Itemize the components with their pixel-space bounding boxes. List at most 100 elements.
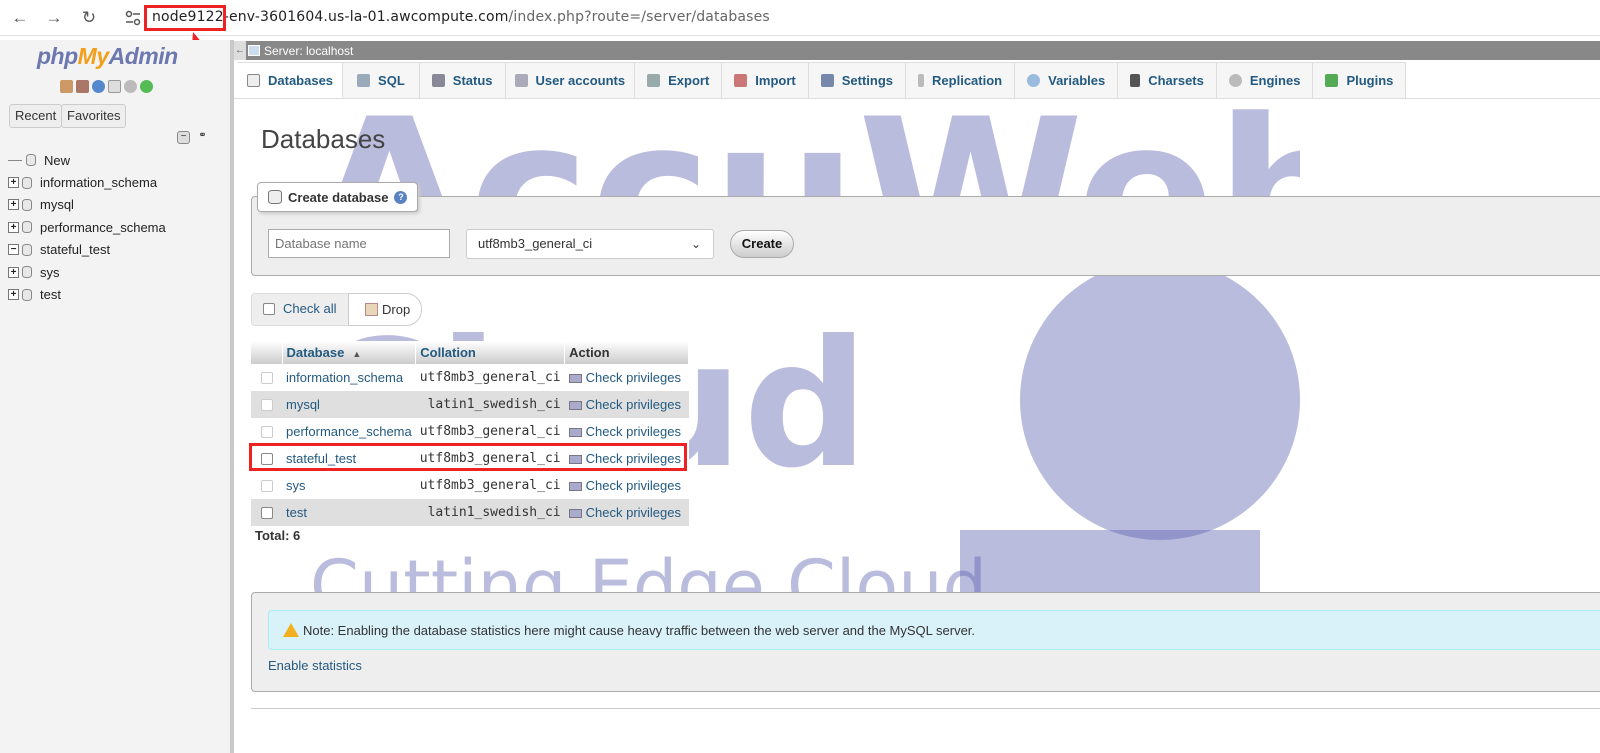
tab-sql[interactable]: SQL xyxy=(343,62,420,98)
table-row: performance_schema utf8mb3_general_ci Ch… xyxy=(251,418,689,445)
help-icon[interactable] xyxy=(92,80,105,93)
tab-plugins[interactable]: Plugins xyxy=(1313,62,1407,98)
tab-engines[interactable]: Engines xyxy=(1216,62,1314,98)
link-icon[interactable]: ⚭ xyxy=(196,131,209,144)
phpmyadmin-logo[interactable]: phpMyAdmin xyxy=(37,43,178,70)
help-icon[interactable]: ? xyxy=(394,190,408,204)
tab-label: Variables xyxy=(1048,73,1106,88)
tab-databases[interactable]: Databases xyxy=(238,62,344,98)
database-icon xyxy=(22,176,32,189)
tab-replication[interactable]: Replication xyxy=(906,62,1016,98)
docs-icon[interactable] xyxy=(108,80,121,93)
tab-label: User accounts xyxy=(535,73,626,88)
back-icon[interactable]: ← xyxy=(9,7,31,29)
tab-user-accounts[interactable]: User accounts xyxy=(505,62,636,98)
tree-item-test[interactable]: + test xyxy=(8,283,166,305)
expand-icon[interactable]: + xyxy=(8,289,19,301)
server-label[interactable]: Server: localhost xyxy=(264,44,353,58)
logout-icon[interactable] xyxy=(76,80,89,93)
collapse-all-icon[interactable]: − xyxy=(177,131,190,144)
check-all-checkbox[interactable] xyxy=(263,303,275,315)
privileges-icon xyxy=(568,509,582,518)
database-name-link[interactable]: sys xyxy=(282,472,416,499)
tree-item-label: performance_schema xyxy=(40,219,166,235)
check-privileges-link[interactable]: Check privileges xyxy=(564,499,689,526)
reload-nav-icon[interactable] xyxy=(140,80,153,93)
tab-label: Plugins xyxy=(1346,73,1394,88)
tree-item-sys[interactable]: + sys xyxy=(8,261,166,283)
row-checkbox[interactable] xyxy=(261,479,273,492)
tab-label: Import xyxy=(755,73,796,88)
tab-variables[interactable]: Variables xyxy=(1015,62,1119,98)
database-name-link[interactable]: information_schema xyxy=(282,364,416,391)
home-icon[interactable] xyxy=(60,80,73,93)
row-checkbox-cell xyxy=(251,391,282,418)
expand-icon[interactable]: + xyxy=(8,221,19,233)
tab-status[interactable]: Status xyxy=(419,62,506,98)
collation-select[interactable]: utf8mb3_general_ci ⌄ xyxy=(466,229,714,259)
tree-item-information-schema[interactable]: + information_schema xyxy=(8,171,166,193)
tree-item-label: mysql xyxy=(40,197,74,213)
tab-settings[interactable]: Settings xyxy=(808,62,907,98)
tab-import[interactable]: Import xyxy=(722,62,809,98)
check-privileges-label: Check privileges xyxy=(585,505,681,520)
database-icon xyxy=(22,198,32,211)
tab-label: Status xyxy=(452,73,493,88)
expand-icon[interactable]: + xyxy=(8,266,19,278)
tabs-underline xyxy=(234,98,1600,99)
database-name-link[interactable]: performance_schema xyxy=(282,418,416,445)
engines-icon xyxy=(1228,74,1242,87)
tree-line-icon xyxy=(8,159,22,161)
create-database-icon xyxy=(268,190,282,204)
enable-statistics-link[interactable]: Enable statistics xyxy=(268,658,362,673)
tab-label: Charsets xyxy=(1148,73,1204,88)
header-collation[interactable]: Collation xyxy=(415,341,566,364)
database-name-link[interactable]: test xyxy=(282,499,416,526)
tree-item-performance-schema[interactable]: + performance_schema xyxy=(8,216,166,238)
header-action: Action xyxy=(564,341,690,364)
header-database[interactable]: Database ▲ xyxy=(282,341,417,364)
database-name-link[interactable]: mysql xyxy=(282,391,416,418)
row-checkbox[interactable] xyxy=(261,371,273,384)
tab-export[interactable]: Export xyxy=(635,62,723,98)
tree-controls: − ⚭ xyxy=(177,131,209,144)
forward-icon[interactable]: → xyxy=(43,7,65,29)
collation-cell: latin1_swedish_ci xyxy=(415,391,565,418)
row-checkbox[interactable] xyxy=(261,425,273,438)
tree-item-mysql[interactable]: + mysql xyxy=(8,194,166,216)
sql-icon xyxy=(357,74,371,87)
address-bar[interactable]: node9122-env-3601604.us-la-01.awcompute.… xyxy=(152,9,770,25)
collapse-icon[interactable]: − xyxy=(8,244,19,256)
collapse-sidebar-icon[interactable]: ← xyxy=(234,41,246,60)
check-privileges-link[interactable]: Check privileges xyxy=(564,391,689,418)
drop-button[interactable]: Drop xyxy=(348,293,422,326)
tree-item-stateful-test[interactable]: − stateful_test xyxy=(8,239,166,261)
database-name-input[interactable] xyxy=(268,229,450,258)
site-settings-icon[interactable] xyxy=(124,9,142,27)
check-privileges-label: Check privileges xyxy=(585,370,681,385)
tree-item-new[interactable]: New xyxy=(8,149,166,171)
tree-item-label: sys xyxy=(40,264,60,280)
row-checkbox[interactable] xyxy=(261,398,273,411)
header-checkbox-col xyxy=(251,341,283,364)
row-checkbox[interactable] xyxy=(261,506,273,519)
gear-icon[interactable] xyxy=(124,80,137,93)
quick-icons xyxy=(60,80,153,93)
expand-icon[interactable]: + xyxy=(8,177,19,189)
check-privileges-link[interactable]: Check privileges xyxy=(564,418,689,445)
logo-admin: Admin xyxy=(108,43,179,69)
reload-icon[interactable]: ↻ xyxy=(78,7,100,29)
check-privileges-link[interactable]: Check privileges xyxy=(564,472,689,499)
server-breadcrumb: ← Server: localhost xyxy=(234,41,1600,60)
check-all-label[interactable]: Check all xyxy=(283,301,336,316)
create-database-legend: Create database ? xyxy=(257,182,419,212)
tab-label: Engines xyxy=(1249,73,1301,88)
privileges-icon xyxy=(568,374,582,383)
tab-charsets[interactable]: Charsets xyxy=(1118,62,1217,98)
sort-asc-icon: ▲ xyxy=(352,349,362,359)
expand-icon[interactable]: + xyxy=(8,199,19,211)
recent-button[interactable]: Recent xyxy=(9,104,63,128)
favorites-button[interactable]: Favorites xyxy=(61,104,127,128)
check-privileges-link[interactable]: Check privileges xyxy=(564,364,689,391)
create-button[interactable]: Create xyxy=(730,230,794,258)
